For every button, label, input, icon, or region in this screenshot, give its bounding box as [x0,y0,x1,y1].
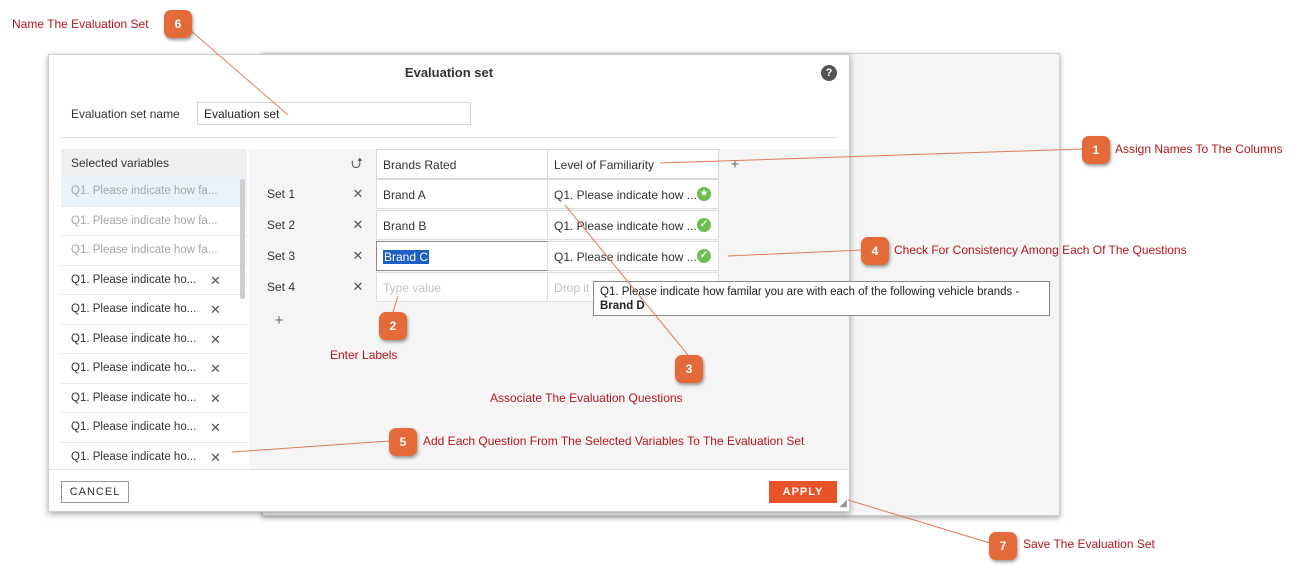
question-cell[interactable]: Q1. Please indicate how ... [547,241,719,271]
tooltip-brand: Brand D [600,300,645,312]
row-label-set-3[interactable]: Set 3 [261,241,331,271]
annotation-badge-2: 2 [379,312,407,340]
apply-button[interactable]: APPLY [769,481,837,503]
help-icon[interactable]: ? [821,65,837,81]
variable-item[interactable]: Q1. Please indicate how fa... [61,207,247,236]
add-row-icon[interactable]: + [272,312,286,329]
variable-label: Q1. Please indicate how fa... [71,214,218,227]
variable-label: Q1. Please indicate ho... [71,450,197,463]
remove-variable-icon[interactable]: ✕ [210,413,221,443]
annotation-badge-3: 3 [675,355,703,383]
variable-item[interactable]: Q1. Please indicate ho... ✕ [61,325,247,355]
cancel-button[interactable]: CANCEL [61,481,129,503]
footer-divider [49,469,849,470]
brand-cell[interactable]: Brand B [376,210,548,240]
variable-item[interactable]: Q1. Please indicate ho... ✕ [61,295,247,325]
selected-text: Brand C [383,250,430,264]
remove-variable-icon[interactable]: ✕ [210,266,221,296]
variable-item[interactable]: Q1. Please indicate ho... ✕ [61,266,247,296]
column-header-brands-rated[interactable]: Brands Rated [376,149,548,179]
checkmark-status-icon: ✓ [697,249,711,263]
brand-placeholder: Type value [383,281,442,295]
column-header-label: Brands Rated [383,158,457,172]
row-label-set-4[interactable]: Set 4 [261,272,331,302]
star-status-icon: ★ [697,187,711,201]
checkmark-status-icon: ✓ [697,218,711,232]
variable-item[interactable]: Q1. Please indicate ho... ✕ [61,354,247,384]
annotation-badge-7: 7 [989,532,1017,560]
annotation-text-7: Save The Evaluation Set [1023,537,1155,551]
variable-label: Q1. Please indicate ho... [71,332,197,345]
evaluation-set-name-input[interactable] [197,102,471,125]
question-cell-label: Q1. Please indicate how ... [554,219,697,233]
remove-variable-icon[interactable]: ✕ [210,354,221,384]
remove-row-icon[interactable]: ✕ [351,179,365,209]
annotation-badge-6: 6 [164,10,192,38]
dialog-title: Evaluation set [404,65,494,80]
resize-grip-icon[interactable]: ◢ [839,498,847,509]
brand-cell-empty[interactable]: Type value [376,272,548,302]
variables-scrollbar[interactable] [240,179,245,299]
remove-variable-icon[interactable]: ✕ [210,325,221,355]
annotation-text-2: Enter Labels [330,348,398,362]
variable-label: Q1. Please indicate ho... [71,421,197,433]
row-label-set-2[interactable]: Set 2 [261,210,331,240]
question-placeholder: Drop it [554,281,590,295]
column-header-label: Level of Familiarity [554,158,655,172]
annotation-text-3: Associate The Evaluation Questions [490,391,683,405]
tooltip-text: Q1. Please indicate how familar you are … [600,286,1020,298]
variable-label: Q1. Please indicate how fa... [71,244,218,256]
variable-item[interactable]: Q1. Please indicate ho... ✕ [61,443,247,470]
add-column-icon[interactable]: + [728,156,742,173]
annotation-badge-4: 4 [861,237,889,265]
selected-variables-panel: Selected variables Q1. Please indicate h… [61,149,247,469]
variable-label: Q1. Please indicate ho... [71,362,197,374]
question-tooltip: Q1. Please indicate how familar you are … [593,281,1050,316]
variable-item[interactable]: Q1. Please indicate ho... ✕ [61,413,247,443]
question-cell-label: Q1. Please indicate how ... [554,250,697,264]
annotation-text-4: Check For Consistency Among Each Of The … [894,243,1187,257]
swap-axes-icon[interactable]: ⮍ [351,153,363,178]
annotation-badge-5: 5 [389,428,417,456]
evaluation-set-name-label: Evaluation set name [71,107,180,121]
question-cell[interactable]: Q1. Please indicate how ... [547,210,719,240]
column-header-level-of-familiarity[interactable]: Level of Familiarity [547,149,719,179]
divider [61,137,837,138]
brand-cell-editing[interactable]: Brand C [376,241,548,271]
remove-variable-icon[interactable]: ✕ [210,443,221,470]
remove-row-icon[interactable]: ✕ [351,241,365,271]
variable-label: Q1. Please indicate ho... [71,391,197,404]
brand-cell[interactable]: Brand A [376,179,548,209]
annotation-badge-1: 1 [1082,136,1110,164]
annotation-text-1: Assign Names To The Columns [1115,142,1283,156]
variable-item[interactable]: Q1. Please indicate how fa... [61,236,247,266]
variable-item[interactable]: Q1. Please indicate ho... ✕ [61,384,247,414]
variable-item[interactable]: Q1. Please indicate how fa... [61,177,247,207]
question-cell[interactable]: Q1. Please indicate how ... [547,179,719,209]
variable-label: Q1. Please indicate ho... [71,273,197,286]
variable-label: Q1. Please indicate how fa... [71,185,218,197]
selected-variables-header: Selected variables [61,149,247,177]
variable-label: Q1. Please indicate ho... [71,303,197,315]
question-cell-label: Q1. Please indicate how ... [554,188,697,202]
remove-variable-icon[interactable]: ✕ [210,384,221,414]
remove-variable-icon[interactable]: ✕ [210,295,221,325]
remove-row-icon[interactable]: ✕ [351,210,365,240]
remove-row-icon[interactable]: ✕ [351,272,365,302]
row-label-set-1[interactable]: Set 1 [261,179,331,209]
annotation-text-6: Name The Evaluation Set [12,17,149,31]
annotation-text-5: Add Each Question From The Selected Vari… [423,434,805,448]
